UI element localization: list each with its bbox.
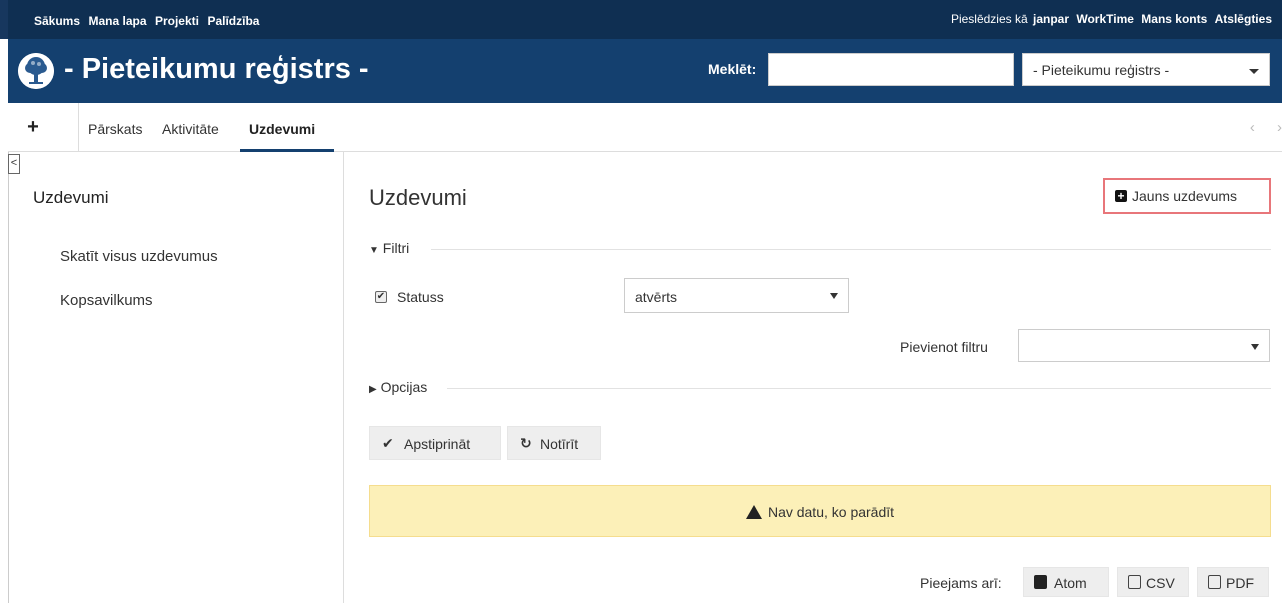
project-jump-select[interactable]: - Pieteikumu reģistrs - bbox=[1022, 53, 1270, 86]
triangle-right-icon: ▶ bbox=[369, 384, 377, 395]
filters-label: Filtri bbox=[382, 240, 410, 256]
menu-my-page-link[interactable]: Mana lapa bbox=[88, 14, 146, 28]
plus-square-icon: + bbox=[1115, 190, 1127, 202]
pdf-export-link[interactable]: PDF bbox=[1197, 567, 1269, 597]
atom-label: Atom bbox=[1054, 575, 1087, 591]
header: - Pieteikumu reģistrs - Meklēt: - Pietei… bbox=[8, 39, 1282, 103]
sidebar-title: Uzdevumi bbox=[33, 188, 109, 207]
apply-label: Apstiprināt bbox=[404, 436, 471, 452]
status-filter-checkbox[interactable]: ✔ bbox=[375, 291, 387, 303]
main-content: Uzdevumi + Jauns uzdevums ▼ Filtri ✔ Sta… bbox=[345, 152, 1282, 603]
tab-divider bbox=[78, 103, 79, 152]
sidebar-link-all-issues[interactable]: Skatīt visus uzdevumus bbox=[60, 248, 218, 265]
top-menu-right: Pieslēdzies kā janpar WorkTime Mans kont… bbox=[951, 12, 1272, 26]
menu-help-link[interactable]: Palīdzība bbox=[207, 14, 259, 28]
csv-export-link[interactable]: CSV bbox=[1117, 567, 1189, 597]
filters-divider bbox=[431, 249, 1271, 250]
no-data-text: Nav datu, ko parādīt bbox=[767, 504, 895, 520]
csv-label: CSV bbox=[1146, 575, 1175, 591]
top-menu-left: Sākums Mana lapa Projekti Palīdzība bbox=[34, 12, 263, 30]
menu-projects-link[interactable]: Projekti bbox=[155, 14, 199, 28]
tab-scroll-right-icon[interactable]: › bbox=[1277, 119, 1282, 136]
content-title: Uzdevumi bbox=[369, 185, 467, 210]
excel-file-icon bbox=[1128, 575, 1141, 589]
chevron-down-icon bbox=[1249, 69, 1259, 74]
sidebar-link-summary[interactable]: Kopsavilkums bbox=[60, 292, 153, 309]
options-label: Opcijas bbox=[380, 379, 428, 395]
logged-in-prefix: Pieslēdzies kā bbox=[950, 12, 1028, 26]
check-icon: ✔ bbox=[382, 435, 394, 451]
pdf-file-icon bbox=[1208, 575, 1221, 589]
sidebar: Uzdevumi Skatīt visus uzdevumus Kopsavil… bbox=[9, 152, 344, 603]
search-label: Meklēt: bbox=[708, 61, 757, 77]
add-filter-label: Pievienot filtru bbox=[900, 339, 988, 355]
top-menu: Sākums Mana lapa Projekti Palīdzība Pies… bbox=[0, 0, 1282, 39]
atom-export-link[interactable]: Atom bbox=[1023, 567, 1109, 597]
tab-issues[interactable]: Uzdevumi bbox=[249, 121, 315, 137]
status-select[interactable]: atvērts bbox=[624, 278, 849, 313]
add-filter-select[interactable] bbox=[1018, 329, 1270, 362]
tab-activity[interactable]: Aktivitāte bbox=[162, 121, 219, 137]
filters-toggle[interactable]: ▼ Filtri bbox=[369, 240, 409, 256]
menu-sign-out-link[interactable]: Atslēgties bbox=[1215, 12, 1272, 26]
chevron-down-icon bbox=[830, 293, 838, 299]
status-filter-label: Statuss bbox=[397, 289, 444, 305]
menu-home-link[interactable]: Sākums bbox=[34, 14, 80, 28]
new-object-button[interactable]: + bbox=[18, 112, 48, 144]
clear-button[interactable]: ↻ Notīrīt bbox=[507, 426, 601, 460]
sidebar-collapse-icon[interactable]: < bbox=[8, 154, 20, 174]
page-title: - Pieteikumu reģistrs - bbox=[64, 53, 369, 85]
menu-worktime-link[interactable]: WorkTime bbox=[1076, 12, 1134, 26]
search-input[interactable] bbox=[768, 53, 1014, 86]
options-toggle[interactable]: ▶ Opcijas bbox=[369, 379, 427, 395]
new-issue-label: Jauns uzdevums bbox=[1132, 188, 1238, 204]
clear-label: Notīrīt bbox=[540, 436, 579, 452]
status-select-value: atvērts bbox=[635, 289, 678, 305]
warning-icon bbox=[745, 505, 762, 519]
tab-overview[interactable]: Pārskats bbox=[88, 121, 142, 137]
triangle-down-icon: ▼ bbox=[369, 245, 379, 256]
logged-in-user-link[interactable]: janpar bbox=[1033, 12, 1069, 26]
also-available-label: Pieejams arī: bbox=[920, 575, 1002, 591]
tab-scroll-left-icon[interactable]: ‹ bbox=[1250, 119, 1255, 136]
options-divider bbox=[447, 388, 1271, 389]
tab-scroll-controls: ‹ › bbox=[1250, 119, 1282, 136]
refresh-icon: ↻ bbox=[520, 435, 532, 451]
main-menu-tabs: + Pārskats Aktivitāte Uzdevumi ‹ › bbox=[8, 103, 1282, 152]
tree-logo-icon bbox=[18, 53, 54, 89]
apply-button[interactable]: ✔ Apstiprināt bbox=[369, 426, 501, 460]
no-data-warning: Nav datu, ko parādīt bbox=[369, 485, 1271, 537]
project-select-value: - Pieteikumu reģistrs - bbox=[1033, 62, 1170, 78]
chevron-down-icon bbox=[1251, 344, 1259, 350]
pdf-label: PDF bbox=[1226, 575, 1254, 591]
new-issue-button[interactable]: + Jauns uzdevums bbox=[1103, 178, 1271, 214]
menu-my-account-link[interactable]: Mans konts bbox=[1141, 12, 1207, 26]
rss-feed-icon bbox=[1034, 575, 1047, 589]
